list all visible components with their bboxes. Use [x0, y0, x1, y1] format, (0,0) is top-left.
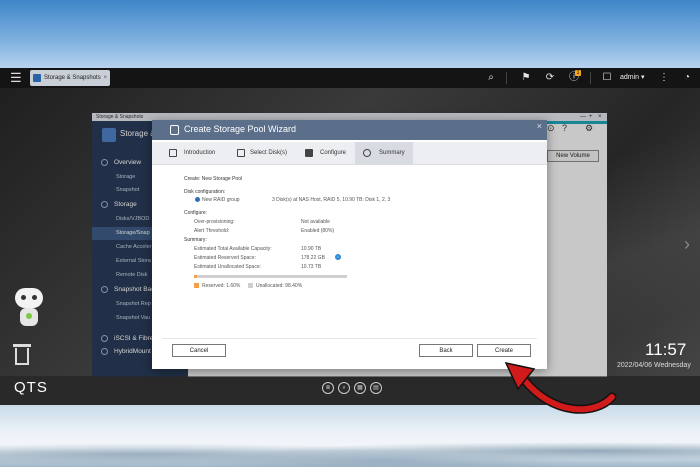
raid-group-label: New RAID group — [202, 197, 240, 203]
step-label: Select Disk(s) — [250, 150, 288, 156]
sync-icon[interactable]: ⟳ — [543, 71, 557, 85]
database-icon — [170, 125, 179, 135]
network-icon[interactable]: ⊕ — [322, 382, 334, 394]
step-label: Summary — [379, 150, 405, 156]
total-capacity-label: Estimated Total Available Capacity: — [194, 246, 272, 252]
total-capacity-value: 10.90 TB — [301, 246, 322, 252]
legend-unallocated: Unallocated: 98.40% — [256, 283, 303, 289]
alert-threshold-value: Enabled (80%) — [301, 228, 335, 234]
taskbar-tab-label: Storage & Snapshots — [44, 75, 101, 81]
configure-label: Configure: — [184, 210, 208, 216]
disk-icon — [237, 149, 245, 157]
over-provisioning-value: Not available — [301, 219, 330, 225]
step-label: Configure — [320, 150, 347, 156]
taskbar-tab-storage[interactable]: Storage & Snapshots × — [30, 70, 110, 86]
robot-body — [20, 308, 38, 326]
red-arrow-annotation — [504, 361, 617, 414]
unallocated-swatch — [248, 283, 253, 288]
date: 2022/04/06 Wednesday — [617, 362, 691, 369]
reserved-space-value: 178.22 GB — [301, 255, 325, 261]
robot-light — [26, 313, 32, 319]
wizard-title: Create Storage Pool Wizard — [184, 124, 297, 134]
wizard-titlebar: Create Storage Pool Wizard × — [152, 120, 547, 140]
robot-eye — [32, 295, 37, 300]
storage-app-icon — [33, 74, 41, 82]
disk-config-label: Disk configuration: — [184, 189, 226, 195]
step-summary: Summary — [355, 142, 413, 164]
qmiix-robot-icon[interactable] — [12, 288, 46, 328]
create-storage-pool-wizard: Create Storage Pool Wizard × Introductio… — [152, 120, 547, 369]
introduction-icon — [169, 149, 177, 157]
taskbar: ☰ Storage & Snapshots × ⌕ ⚑ ⟳ ⓘ 1 ☐ admi… — [0, 68, 700, 88]
step-introduction: Introduction — [164, 142, 234, 164]
divider — [590, 72, 591, 84]
legend-reserved: Reserved: 1.60% — [202, 283, 241, 289]
sky-wallpaper — [0, 0, 700, 68]
configure-icon — [305, 149, 313, 157]
raid-group-icon — [195, 197, 200, 202]
qts-logo: QTS — [14, 379, 48, 396]
robot-eye — [21, 295, 26, 300]
tasks-icon[interactable]: ⚑ — [519, 71, 533, 85]
robot-head — [15, 288, 43, 308]
alert-threshold-label: Alert Threshold: — [194, 228, 230, 234]
grid-icon[interactable]: ▤ — [370, 382, 382, 394]
check-icon — [363, 149, 371, 157]
dashboard-icon[interactable]: ◔ — [680, 71, 694, 85]
search-icon[interactable]: ⌕ — [484, 71, 498, 85]
more-options-icon[interactable]: ⋮ — [657, 71, 671, 85]
trash-can — [15, 348, 29, 365]
divider — [506, 72, 507, 84]
info-icon[interactable]: i — [335, 254, 341, 260]
main-menu-icon[interactable]: ☰ — [10, 71, 24, 85]
capacity-bar — [194, 275, 347, 278]
reserved-swatch — [194, 283, 199, 288]
back-button[interactable]: Back — [419, 344, 473, 357]
user-menu[interactable]: admin ▾ — [620, 71, 645, 85]
create-label: Create: New Storage Pool — [184, 176, 243, 182]
apps-icon[interactable]: ▦ — [354, 382, 366, 394]
reserved-fill — [194, 275, 198, 278]
step-configure: Configure — [300, 142, 355, 164]
wizard-steps: Introduction Select Disk(s) Configure Su… — [152, 142, 547, 165]
close-icon[interactable]: × — [103, 70, 107, 86]
trash-lid — [13, 344, 31, 347]
user-icon[interactable]: ☐ — [600, 71, 614, 85]
clock: 11:57 — [645, 340, 687, 359]
reserved-space-label: Estimated Reserved Space: — [194, 255, 256, 261]
step-select-disks: Select Disk(s) — [232, 142, 302, 164]
unallocated-space-label: Estimated Unallocated Space: — [194, 264, 261, 270]
cancel-button[interactable]: Cancel — [172, 344, 226, 357]
chevron-right-icon[interactable]: › — [684, 234, 690, 255]
step-label: Introduction — [184, 150, 216, 156]
notification-badge: 1 — [575, 70, 581, 76]
footer-divider — [162, 338, 537, 339]
search-icon[interactable]: ⌕ — [338, 382, 350, 394]
over-provisioning-label: Over-provisioning: — [194, 219, 235, 225]
unallocated-space-value: 10.73 TB — [301, 264, 322, 270]
close-icon[interactable]: × — [537, 121, 542, 131]
trash-icon[interactable] — [13, 344, 31, 366]
summary-label: Summary: — [184, 237, 207, 243]
raid-detail: 3 Disk(s) at NAS Host, RAID 5, 10.90 TB:… — [272, 197, 391, 203]
